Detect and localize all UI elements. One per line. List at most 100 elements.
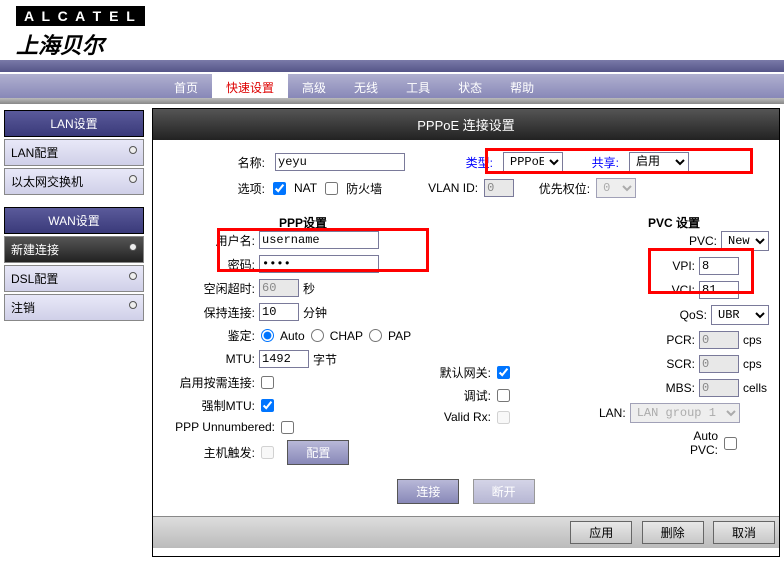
name-label: 名称: [163, 154, 265, 171]
disconnect-button: 断开 [473, 479, 535, 504]
pvc-head: PVC 设置 [579, 214, 769, 231]
auth-chap-label: CHAP [330, 329, 363, 343]
scr-input [699, 355, 739, 373]
lan-select: LAN group 1 [630, 403, 740, 423]
auth-auto-radio[interactable] [261, 329, 274, 342]
page-title: PPPoE 连接设置 [153, 109, 779, 140]
sidebar-item-new-conn[interactable]: 新建连接 [4, 236, 144, 263]
idle-unit: 秒 [303, 280, 315, 297]
name-input[interactable] [275, 153, 405, 171]
sidebar-item-label: 注销 [11, 301, 35, 315]
keep-label: 保持连接: [163, 304, 255, 321]
idle-input [259, 279, 299, 297]
unnum-label: PPP Unnumbered: [163, 420, 275, 434]
vpi-input[interactable] [699, 257, 739, 275]
connect-button[interactable]: 连接 [397, 479, 459, 504]
share-select[interactable]: 启用 [629, 152, 689, 172]
validrx-checkbox [497, 411, 510, 424]
hosttrig-label: 主机触发: [163, 444, 255, 461]
nav-advanced[interactable]: 高级 [288, 74, 340, 98]
ondemand-checkbox[interactable] [261, 376, 274, 389]
share-label: 共享: [573, 154, 619, 171]
mtu-label: MTU: [163, 352, 255, 366]
unnum-checkbox[interactable] [281, 421, 294, 434]
type-label: 类型: [415, 154, 493, 171]
side-dot-icon [129, 243, 137, 251]
nav-status[interactable]: 状态 [444, 74, 496, 98]
mtu-unit: 字节 [313, 351, 337, 368]
password-input[interactable] [259, 255, 379, 273]
pvc-section: PVC 设置 PVC:New VPI: VCI: QoS:UBR PCR:cps… [579, 214, 769, 471]
auth-pap-label: PAP [388, 329, 411, 343]
top-stripe [0, 60, 784, 72]
pcr-unit: cps [743, 333, 769, 347]
defgw-checkbox[interactable] [497, 366, 510, 379]
sidebar: LAN设置 LAN配置 以太网交换机 WAN设置 新建连接 DSL配置 注销 [0, 104, 148, 561]
firewall-label: 防火墙 [346, 180, 382, 197]
auth-chap-radio[interactable] [311, 329, 324, 342]
delete-button[interactable]: 删除 [642, 521, 704, 544]
debug-checkbox[interactable] [497, 389, 510, 402]
forcemtu-label: 强制MTU: [163, 397, 255, 414]
navbar: 首页 快速设置 高级 无线 工具 状态 帮助 [0, 72, 784, 98]
auth-label: 鉴定: [163, 327, 255, 344]
ppp-head: PPP设置 [163, 214, 393, 231]
nat-checkbox[interactable] [273, 182, 286, 195]
sidebar-item-logout[interactable]: 注销 [4, 294, 144, 321]
sidebar-item-label: DSL配置 [11, 272, 58, 286]
sidebar-head-lan: LAN设置 [4, 110, 144, 137]
type-select[interactable]: PPPoE [503, 152, 563, 172]
vlan-label: VLAN ID: [388, 181, 478, 195]
sidebar-item-label: LAN配置 [11, 146, 58, 160]
side-dot-icon [129, 272, 137, 280]
priority-select: 0 [596, 178, 636, 198]
sidebar-item-label: 以太网交换机 [11, 175, 83, 189]
side-dot-icon [129, 301, 137, 309]
cancel-button[interactable]: 取消 [713, 521, 775, 544]
pvc-label: PVC: [689, 234, 717, 248]
scr-label: SCR: [666, 357, 695, 371]
vci-input[interactable] [699, 281, 739, 299]
mbs-label: MBS: [666, 381, 695, 395]
username-input[interactable] [259, 231, 379, 249]
nav-quick-setup[interactable]: 快速设置 [212, 74, 288, 98]
vpi-label: VPI: [672, 259, 695, 273]
nav-help[interactable]: 帮助 [496, 74, 548, 98]
keep-unit: 分钟 [303, 304, 327, 321]
firewall-checkbox[interactable] [325, 182, 338, 195]
main-panel: PPPoE 连接设置 名称: 类型: PPPoE 共享: 启用 选项: NAT … [152, 108, 780, 557]
vci-label: VCI: [672, 283, 695, 297]
logo-alcatel: A L C A T E L [16, 6, 145, 26]
options-label: 选项: [163, 180, 265, 197]
ppp-section: PPP设置 用户名: 密码: 空闲超时:秒 保持连接:分钟 鉴定: Auto C… [163, 214, 393, 471]
pvc-select[interactable]: New [721, 231, 769, 251]
apply-button[interactable]: 应用 [570, 521, 632, 544]
nav-tools[interactable]: 工具 [392, 74, 444, 98]
mbs-input [699, 379, 739, 397]
sidebar-item-eth-switch[interactable]: 以太网交换机 [4, 168, 144, 195]
sidebar-item-lan-config[interactable]: LAN配置 [4, 139, 144, 166]
auth-auto-label: Auto [280, 329, 305, 343]
auth-pap-radio[interactable] [369, 329, 382, 342]
nav-home[interactable]: 首页 [160, 74, 212, 98]
pcr-input [699, 331, 739, 349]
qos-label: QoS: [680, 308, 707, 322]
footer-bar: 应用 删除 取消 [153, 516, 779, 548]
keep-input[interactable] [259, 303, 299, 321]
side-dot-icon [129, 175, 137, 183]
nav-wireless[interactable]: 无线 [340, 74, 392, 98]
header: A L C A T E L 上海贝尔 [0, 0, 784, 60]
idle-label: 空闲超时: [163, 280, 255, 297]
forcemtu-checkbox[interactable] [261, 399, 274, 412]
lan-label: LAN: [599, 406, 626, 420]
debug-label: 调试: [411, 387, 491, 404]
mid-section: 默认网关: 调试: Valid Rx: [411, 214, 561, 471]
mtu-input[interactable] [259, 350, 309, 368]
sidebar-item-dsl-config[interactable]: DSL配置 [4, 265, 144, 292]
qos-select[interactable]: UBR [711, 305, 769, 325]
defgw-label: 默认网关: [411, 364, 491, 381]
autopvc-checkbox[interactable] [724, 437, 737, 450]
logo-cn: 上海贝尔 [16, 28, 768, 60]
config-button[interactable]: 配置 [287, 440, 349, 465]
ondemand-label: 启用按需连接: [163, 374, 255, 391]
